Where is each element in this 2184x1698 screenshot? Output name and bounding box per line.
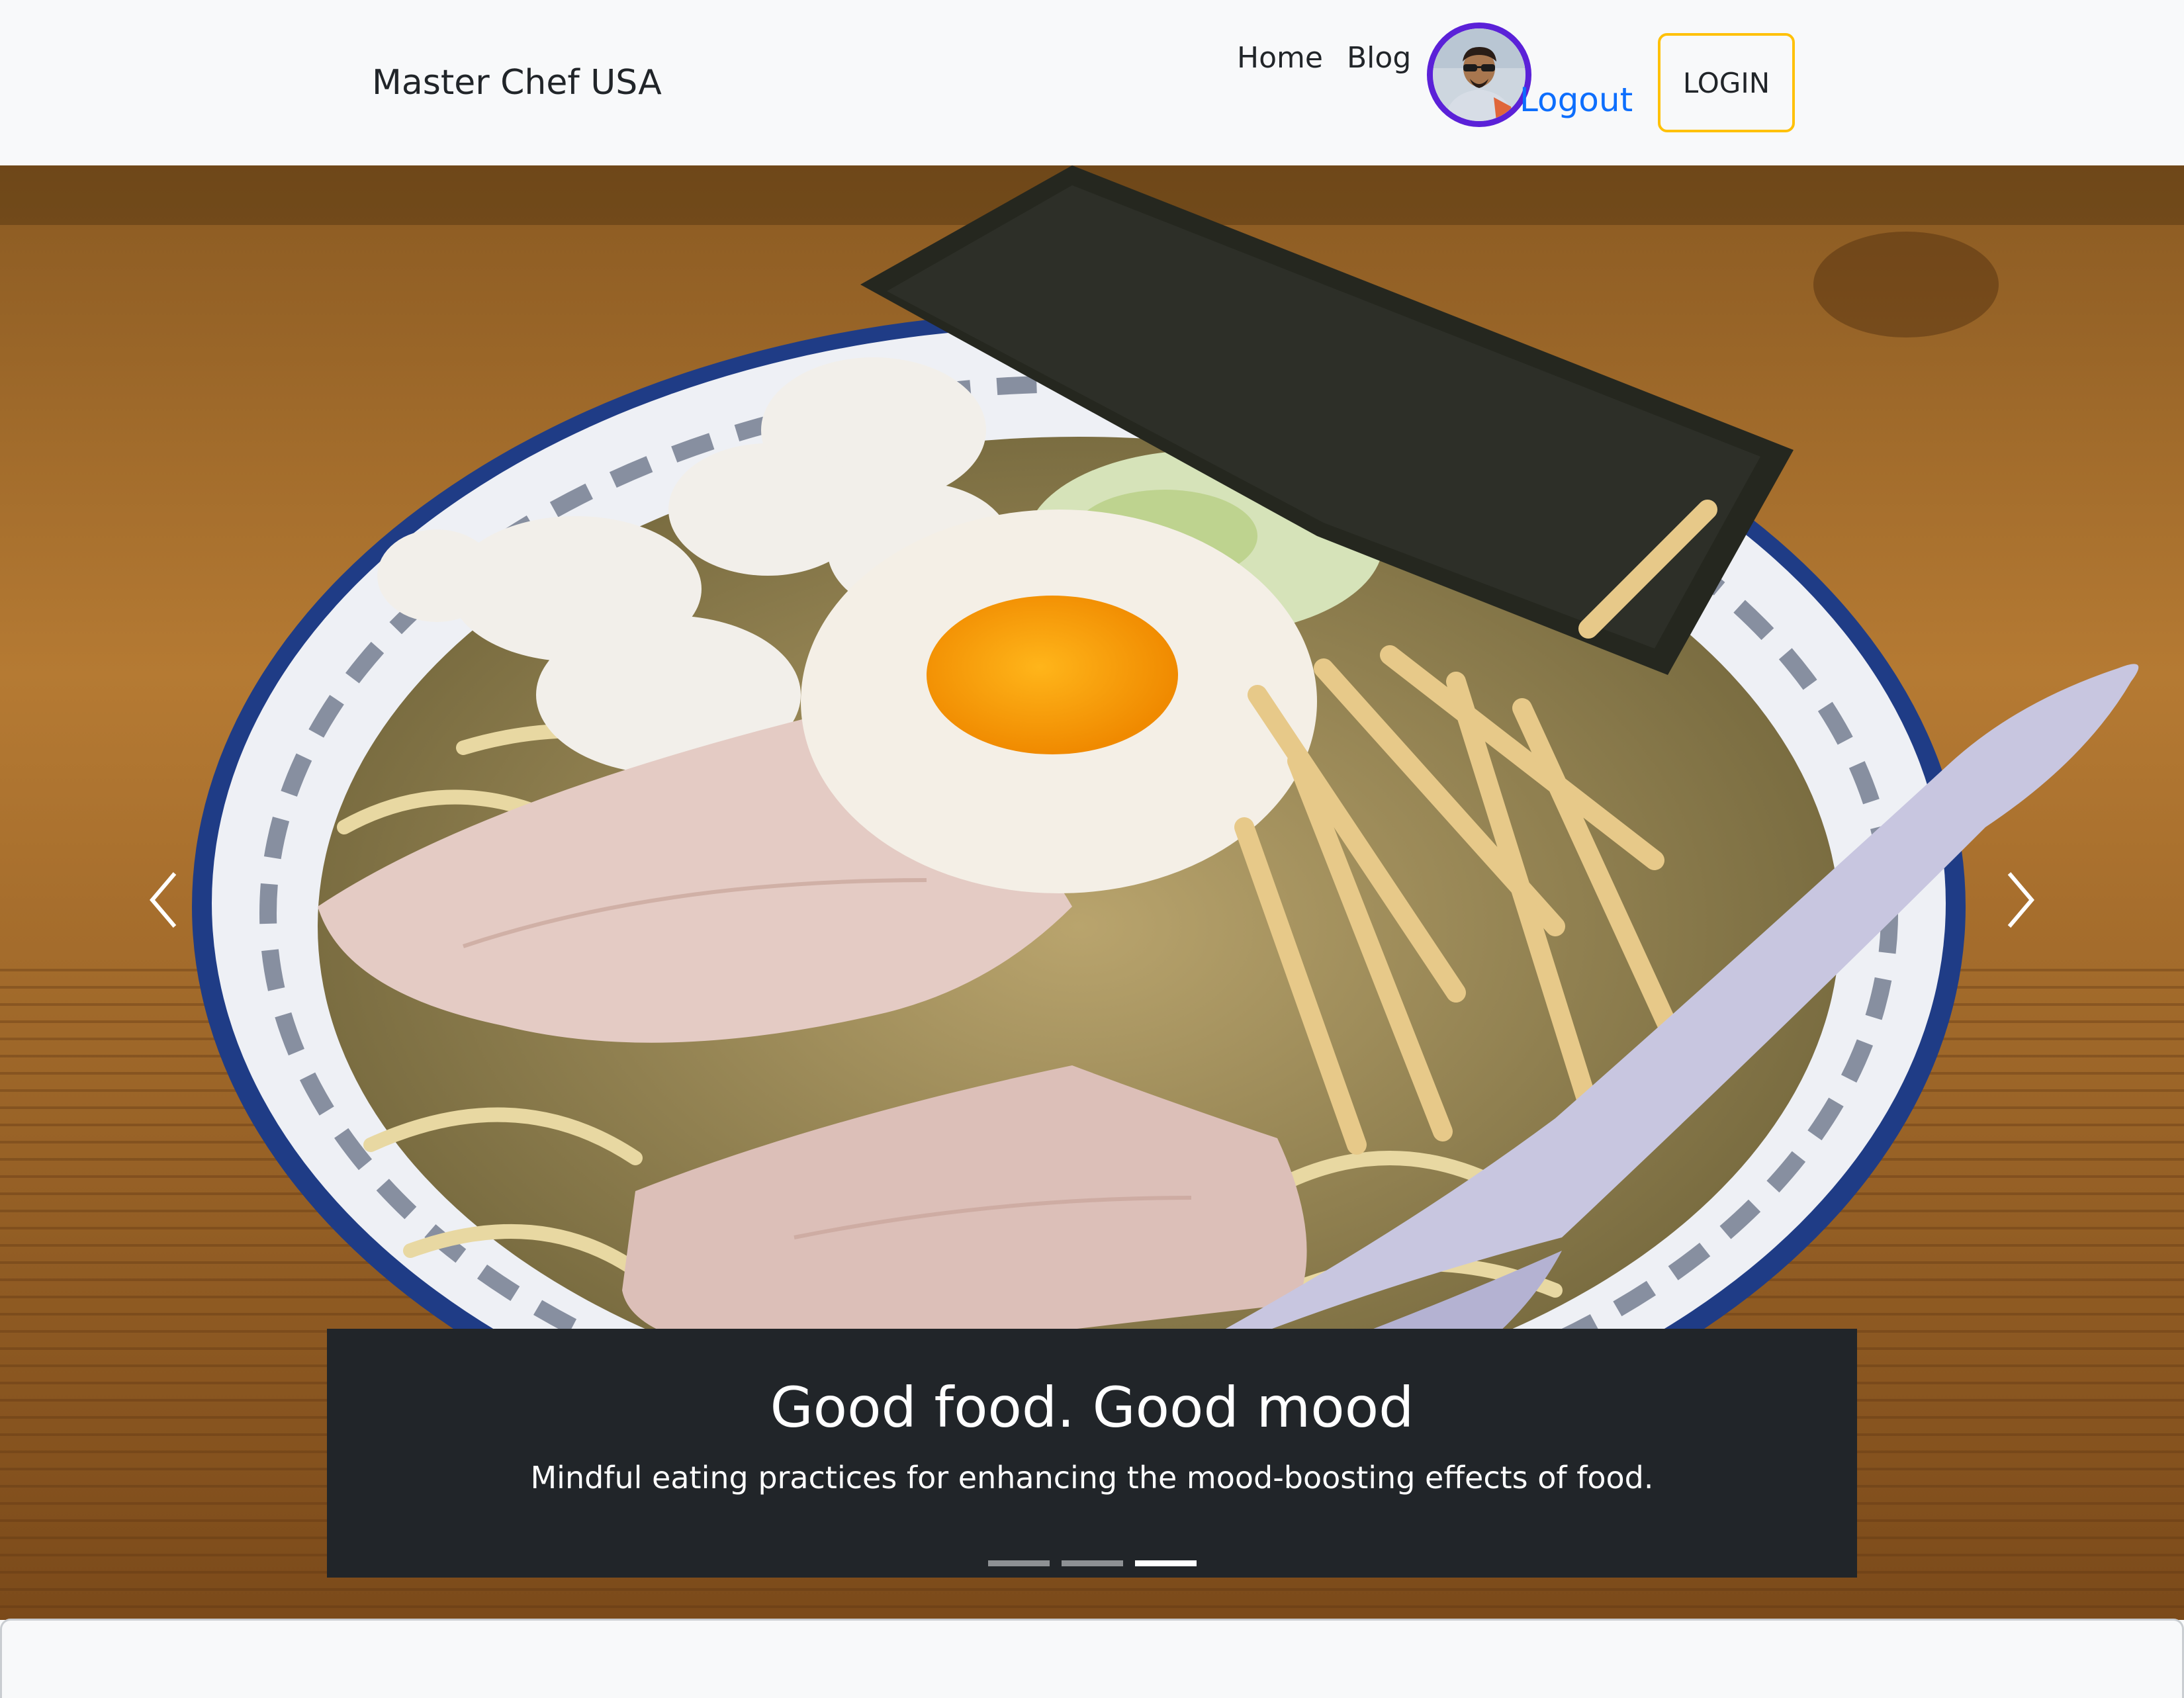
chevron-right-icon <box>2007 872 2034 928</box>
carousel-indicator-3[interactable] <box>1134 1560 1197 1566</box>
carousel-prev-button[interactable] <box>124 860 204 940</box>
carousel-indicators <box>327 1560 1857 1566</box>
navbar: Master Chef USA Home Blog Logout LOGIN <box>0 0 2184 165</box>
caption-text: Mindful eating practices for enhancing t… <box>530 1460 1654 1496</box>
avatar-photo <box>1433 28 1525 121</box>
content-card <box>0 1619 2184 1698</box>
carousel-next-button[interactable] <box>1980 860 2060 940</box>
nav-link-blog[interactable]: Blog <box>1347 41 1411 75</box>
chevron-left-icon <box>150 872 177 928</box>
caption-title: Good food. Good mood <box>770 1375 1414 1440</box>
brand-link[interactable]: Master Chef USA <box>372 63 662 103</box>
logout-link[interactable]: Logout <box>1520 81 1633 119</box>
login-button[interactable]: LOGIN <box>1658 33 1795 132</box>
hero-carousel: Good food. Good mood Mindful eating prac… <box>0 165 2184 1620</box>
carousel-indicator-2[interactable] <box>1061 1560 1123 1566</box>
carousel-indicator-1[interactable] <box>987 1560 1050 1566</box>
nav-link-home[interactable]: Home <box>1237 41 1323 75</box>
user-avatar[interactable] <box>1427 22 1531 127</box>
carousel-caption: Good food. Good mood Mindful eating prac… <box>327 1329 1857 1578</box>
